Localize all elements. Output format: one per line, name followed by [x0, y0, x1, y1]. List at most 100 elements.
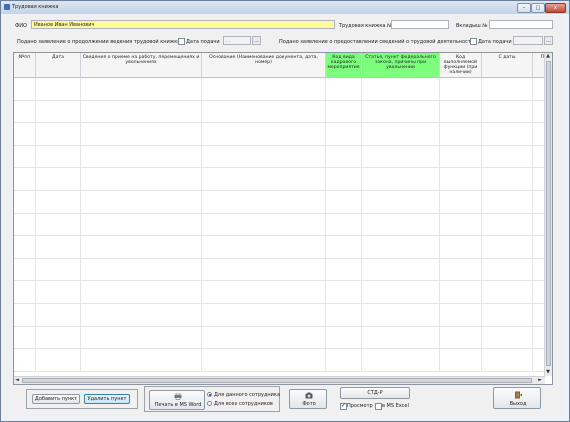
radio-this-employee[interactable] — [207, 392, 212, 397]
table-cell[interactable] — [362, 213, 440, 237]
close-button[interactable]: x — [545, 3, 566, 13]
table-cell[interactable] — [202, 145, 326, 169]
table-row[interactable] — [14, 145, 552, 169]
table-cell[interactable] — [81, 281, 202, 304]
table-cell[interactable] — [326, 258, 362, 282]
table-cell[interactable] — [81, 100, 202, 124]
preview-checkbox[interactable] — [340, 402, 347, 410]
table-cell[interactable] — [440, 326, 482, 350]
table-cell[interactable] — [440, 304, 482, 327]
continue-date-input[interactable]: . . — [223, 36, 251, 45]
table-row[interactable] — [14, 326, 552, 350]
table-cell[interactable] — [202, 236, 326, 259]
table-cell[interactable] — [14, 168, 36, 191]
table-row[interactable] — [14, 191, 552, 214]
table-cell[interactable] — [440, 191, 482, 214]
table-cell[interactable] — [14, 123, 36, 146]
table-cell[interactable] — [36, 100, 81, 124]
excel-checkbox[interactable] — [375, 403, 382, 410]
table-cell[interactable] — [482, 258, 533, 282]
table-row[interactable] — [14, 258, 552, 282]
vertical-scrollbar[interactable]: ▲ ▼ — [544, 53, 552, 376]
table-cell[interactable] — [440, 123, 482, 146]
table-cell[interactable] — [362, 168, 440, 191]
table-cell[interactable] — [326, 281, 362, 304]
table-cell[interactable] — [36, 281, 81, 304]
insert-no-input[interactable] — [489, 20, 553, 29]
table-cell[interactable] — [36, 78, 81, 101]
column-header[interactable]: Nºпп — [14, 53, 36, 78]
table-cell[interactable] — [440, 213, 482, 237]
table-row[interactable] — [14, 123, 552, 146]
table-cell[interactable] — [362, 78, 440, 101]
scroll-down-icon[interactable]: ▼ — [545, 369, 551, 375]
table-cell[interactable] — [326, 78, 362, 101]
table-cell[interactable] — [362, 281, 440, 304]
table-cell[interactable] — [36, 191, 81, 214]
table-cell[interactable] — [326, 145, 362, 169]
table-cell[interactable] — [81, 349, 202, 372]
table-cell[interactable] — [36, 326, 81, 350]
table-row[interactable] — [14, 100, 552, 124]
table-cell[interactable] — [326, 100, 362, 124]
table-cell[interactable] — [362, 304, 440, 327]
table-row[interactable] — [14, 349, 552, 372]
table-cell[interactable] — [440, 258, 482, 282]
table-cell[interactable] — [14, 236, 36, 259]
table-cell[interactable] — [14, 191, 36, 214]
table-cell[interactable] — [482, 213, 533, 237]
table-cell[interactable] — [482, 281, 533, 304]
table-cell[interactable] — [202, 100, 326, 124]
column-header[interactable]: Сведения о приеме на работу, перемещения… — [81, 53, 202, 78]
table-cell[interactable] — [202, 304, 326, 327]
delete-item-button[interactable]: Удалить пункт — [84, 394, 130, 404]
workbook-no-input[interactable] — [391, 20, 449, 29]
add-item-button[interactable]: Добавить пункт — [32, 394, 80, 404]
table-cell[interactable] — [36, 213, 81, 237]
table-cell[interactable] — [482, 123, 533, 146]
table-cell[interactable] — [362, 349, 440, 372]
table-cell[interactable] — [202, 78, 326, 101]
continue-date-picker-button[interactable]: ... — [252, 36, 261, 45]
table-cell[interactable] — [14, 326, 36, 350]
print-word-button[interactable]: Печать в MS Word — [149, 390, 205, 410]
table-cell[interactable] — [14, 78, 36, 101]
table-cell[interactable] — [36, 145, 81, 169]
table-cell[interactable] — [202, 258, 326, 282]
table-cell[interactable] — [440, 236, 482, 259]
photo-button[interactable]: Фото — [289, 389, 327, 409]
table-cell[interactable] — [440, 78, 482, 101]
horizontal-scrollbar[interactable]: ◄ ► — [14, 376, 545, 384]
table-cell[interactable] — [202, 213, 326, 237]
fio-input[interactable]: Иванов Иван Иванович — [31, 20, 335, 29]
table-cell[interactable] — [14, 281, 36, 304]
table-cell[interactable] — [362, 236, 440, 259]
table-cell[interactable] — [362, 100, 440, 124]
column-header[interactable]: Код выполняемой функции (при наличии) — [440, 53, 482, 78]
scroll-right-icon[interactable]: ► — [537, 377, 543, 383]
table-cell[interactable] — [440, 100, 482, 124]
column-header[interactable]: Статья, пункт федерального закона, причи… — [362, 53, 440, 78]
table-cell[interactable] — [81, 326, 202, 350]
table-cell[interactable] — [81, 191, 202, 214]
column-header[interactable]: С даты — [482, 53, 533, 78]
table-cell[interactable] — [36, 258, 81, 282]
table-cell[interactable] — [482, 145, 533, 169]
table-row[interactable] — [14, 236, 552, 259]
table-cell[interactable] — [81, 123, 202, 146]
table-row[interactable] — [14, 213, 552, 237]
table-cell[interactable] — [326, 168, 362, 191]
table-cell[interactable] — [362, 191, 440, 214]
table-cell[interactable] — [326, 213, 362, 237]
table-cell[interactable] — [36, 349, 81, 372]
table-cell[interactable] — [202, 168, 326, 191]
table-cell[interactable] — [81, 168, 202, 191]
table-cell[interactable] — [14, 258, 36, 282]
table-cell[interactable] — [326, 123, 362, 146]
table-row[interactable] — [14, 304, 552, 327]
table-cell[interactable] — [482, 236, 533, 259]
table-cell[interactable] — [202, 349, 326, 372]
provide-date-input[interactable] — [513, 36, 543, 45]
table-row[interactable] — [14, 168, 552, 191]
table-cell[interactable] — [14, 213, 36, 237]
